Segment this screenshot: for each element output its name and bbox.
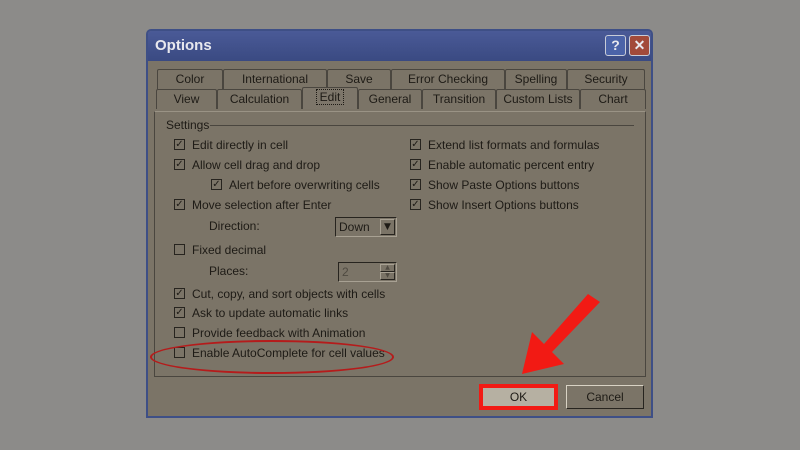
- option-label: Provide feedback with Animation: [192, 326, 366, 340]
- option-label: Show Paste Options buttons: [428, 178, 580, 192]
- annotation-ellipse: [150, 340, 394, 374]
- tab-edit[interactable]: Edit: [302, 87, 358, 109]
- tab-edit-label: Edit: [315, 89, 345, 105]
- checkbox-unchecked-icon[interactable]: [174, 244, 185, 255]
- help-button[interactable]: ?: [605, 35, 626, 56]
- annotation-arrow-icon: [522, 294, 600, 374]
- tab-spelling[interactable]: Spelling: [505, 69, 567, 89]
- close-button[interactable]: ✕: [629, 35, 650, 56]
- checkbox-checked-icon[interactable]: ✓: [174, 159, 185, 170]
- checkbox-checked-icon[interactable]: ✓: [174, 288, 185, 299]
- settings-divider: [210, 125, 634, 126]
- tab-general[interactable]: General: [358, 89, 422, 109]
- checkbox-checked-icon[interactable]: ✓: [410, 179, 421, 190]
- tab-custom-lists[interactable]: Custom Lists: [496, 89, 580, 109]
- tab-error-checking[interactable]: Error Checking: [391, 69, 505, 89]
- option-label: Show Insert Options buttons: [428, 198, 579, 212]
- checkbox-checked-icon[interactable]: ✓: [174, 199, 185, 210]
- checkbox-checked-icon[interactable]: ✓: [174, 307, 185, 318]
- tab-international[interactable]: International: [223, 69, 327, 89]
- ok-button[interactable]: OK: [479, 384, 558, 410]
- option-label: Edit directly in cell: [192, 138, 289, 152]
- tab-color[interactable]: Color: [157, 69, 223, 89]
- tab-security[interactable]: Security: [567, 69, 645, 89]
- cancel-button[interactable]: Cancel: [566, 385, 644, 409]
- option-label: Extend list formats and formulas: [428, 138, 600, 152]
- places-label: Places:: [209, 264, 249, 278]
- direction-dropdown[interactable]: Down ▼: [335, 217, 397, 237]
- tab-view[interactable]: View: [156, 89, 217, 109]
- title-bar[interactable]: Options ? ✕: [148, 31, 651, 61]
- option-label: Move selection after Enter: [192, 198, 332, 212]
- option-label: Enable automatic percent entry: [428, 158, 595, 172]
- checkbox-checked-icon[interactable]: ✓: [211, 179, 222, 190]
- checkbox-checked-icon[interactable]: ✓: [410, 199, 421, 210]
- tab-chart[interactable]: Chart: [580, 89, 646, 109]
- checkbox-checked-icon[interactable]: ✓: [410, 139, 421, 150]
- places-spinner[interactable]: 2 ▲ ▼: [338, 262, 397, 282]
- option-label: Alert before overwriting cells: [229, 178, 380, 192]
- checkbox-unchecked-icon[interactable]: [174, 327, 185, 338]
- chevron-down-icon[interactable]: ▼: [380, 219, 395, 235]
- ok-button-label: OK: [509, 390, 528, 404]
- tab-calculation[interactable]: Calculation: [217, 89, 302, 109]
- checkbox-checked-icon[interactable]: ✓: [410, 159, 421, 170]
- spin-down-icon[interactable]: ▼: [380, 272, 395, 280]
- direction-label: Direction:: [209, 219, 260, 233]
- places-value: 2: [342, 265, 349, 279]
- checkbox-checked-icon[interactable]: ✓: [174, 139, 185, 150]
- tab-save[interactable]: Save: [327, 69, 391, 89]
- settings-group-label: Settings: [166, 118, 210, 132]
- option-label: Allow cell drag and drop: [192, 158, 321, 172]
- dialog-title: Options: [155, 37, 212, 54]
- option-label: Fixed decimal: [192, 243, 267, 257]
- option-label: Cut, copy, and sort objects with cells: [192, 287, 386, 301]
- direction-value: Down: [339, 220, 370, 234]
- tab-transition[interactable]: Transition: [422, 89, 496, 109]
- option-label: Ask to update automatic links: [192, 306, 349, 320]
- spin-up-icon[interactable]: ▲: [380, 264, 395, 272]
